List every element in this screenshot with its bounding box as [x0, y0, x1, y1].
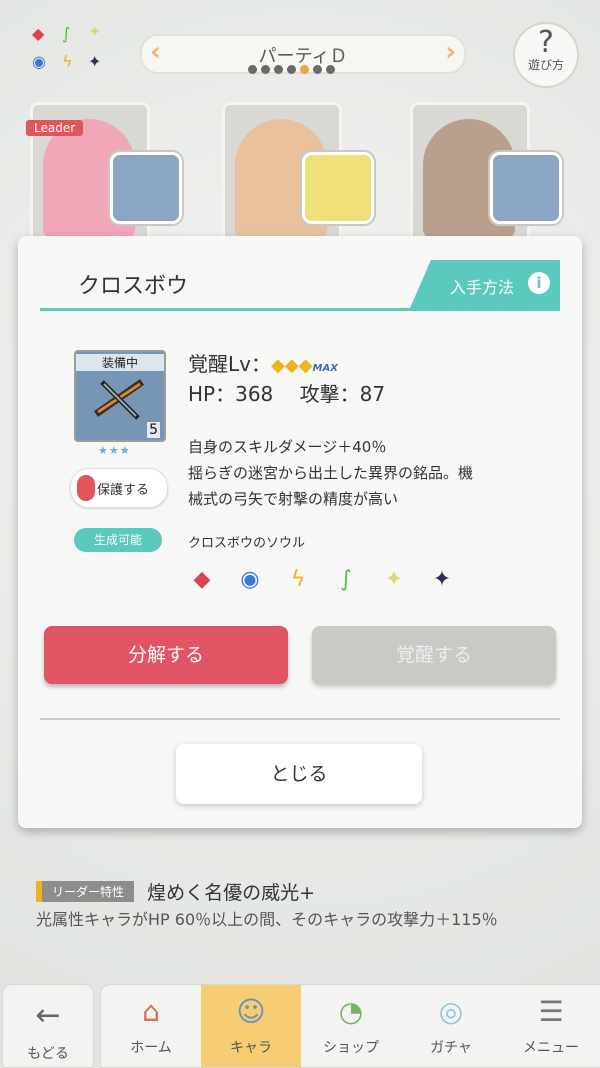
tab-label: ショップ — [323, 1040, 379, 1056]
tab-label: キャラ — [230, 1040, 272, 1056]
flavor-text-line: 械式の弓矢で射撃の精度が高い — [188, 490, 399, 508]
title-underline — [40, 308, 560, 311]
leader-skill-tag: リーダー特性 — [36, 881, 135, 902]
protect-label: 保護する — [97, 483, 150, 498]
leader-skill-name: 煌めく名優の威光+ — [147, 882, 316, 904]
awaken-gem-icon: ◆◆◆ — [270, 355, 313, 376]
craftable-badge: 生成可能 — [74, 528, 162, 552]
menu-icon: ☰ — [538, 995, 564, 1028]
water-element-icon: ◉ — [240, 567, 260, 592]
page-dot[interactable] — [261, 65, 270, 74]
main-tabs: ⌂ ホーム ☺ キャラ ◔ ショップ ◎ ガチャ ☰ メニュー — [100, 984, 600, 1068]
back-button[interactable]: ← もどる — [2, 984, 94, 1068]
shop-icon: ◔ — [338, 995, 364, 1028]
equipment-slot[interactable] — [110, 152, 182, 224]
info-icon: i — [528, 272, 550, 294]
item-count: 5 — [147, 422, 160, 438]
tab-shop[interactable]: ◔ ショップ — [301, 985, 401, 1067]
leader-badge: Leader — [26, 120, 84, 136]
toggle-knob — [77, 475, 95, 501]
dark-element-icon: ✦ — [432, 567, 452, 592]
help-button[interactable]: ? 遊び方 — [513, 22, 579, 88]
awaken-label: 覚醒Lv： — [188, 352, 271, 376]
tab-gacha[interactable]: ◎ ガチャ — [401, 985, 501, 1067]
page-dot[interactable] — [326, 65, 335, 74]
page-dot[interactable] — [274, 65, 283, 74]
fire-element-icon: ◆ — [193, 567, 211, 592]
divider — [40, 718, 560, 720]
lightning-element-icon: ϟ — [290, 567, 306, 592]
party-page-indicator — [248, 65, 335, 74]
home-icon: ⌂ — [142, 995, 160, 1028]
item-title: クロスボウ — [78, 274, 189, 299]
skill-effect-text: 自身のスキルダメージ＋40％ — [188, 438, 387, 456]
element-filter-icon[interactable]: ◆ ∫ ✦ ◉ ϟ ✦ — [26, 24, 112, 80]
help-label: 遊び方 — [527, 58, 564, 72]
soul-element-list: ◆ ◉ ϟ ∫ ✦ ✦ — [188, 566, 456, 594]
hp-stat: HP：368 — [188, 382, 274, 406]
leader-skill-description: 光属性キャラがHP 60％以上の間、そのキャラの攻撃力＋115％ — [36, 910, 498, 929]
tab-label: ガチャ — [430, 1040, 472, 1056]
gacha-icon: ◎ — [438, 995, 464, 1028]
equipment-slot[interactable] — [490, 152, 562, 224]
page-dot[interactable] — [287, 65, 296, 74]
flavor-text-line: 揺らぎの迷宮から出土した異界の銘品。機 — [188, 464, 474, 482]
character-icon: ☺ — [236, 995, 266, 1028]
tab-label: ホーム — [130, 1040, 172, 1056]
protect-toggle[interactable]: 保護する — [70, 468, 168, 508]
tab-home[interactable]: ⌂ ホーム — [101, 985, 201, 1067]
light-element-icon: ✦ — [384, 567, 404, 592]
how-to-obtain-button[interactable]: 入手方法 i — [410, 260, 560, 308]
soul-label: クロスボウのソウル — [188, 536, 306, 551]
page-dot-active[interactable] — [300, 65, 309, 74]
bottom-navigation: ← もどる ⌂ ホーム ☺ キャラ ◔ ショップ ◎ ガチャ ☰ メニュー — [0, 980, 600, 1068]
item-description: 自身のスキルダメージ＋40％ 揺らぎの迷宮から出土した異界の銘品。機 械式の弓矢… — [188, 434, 548, 512]
page-dot[interactable] — [313, 65, 322, 74]
close-button[interactable]: とじる — [176, 744, 422, 804]
back-label: もどる — [27, 1046, 69, 1062]
page-dot[interactable] — [248, 65, 257, 74]
chevron-right-icon[interactable]: › — [445, 37, 456, 67]
dismantle-button[interactable]: 分解する — [44, 626, 288, 684]
how-to-obtain-label: 入手方法 — [450, 278, 515, 297]
item-detail-dialog: クロスボウ 入手方法 i 装備中 5 ★★★ 保護する 覚醒Lv：◆◆◆MAX … — [18, 236, 582, 828]
tab-menu[interactable]: ☰ メニュー — [501, 985, 600, 1067]
max-badge: MAX — [312, 363, 338, 374]
awaken-level: 覚醒Lv：◆◆◆MAX — [188, 348, 338, 377]
rarity-stars: ★★★ — [98, 444, 131, 457]
question-mark-icon: ? — [538, 25, 554, 60]
equipment-slot[interactable] — [302, 152, 374, 224]
wind-element-icon: ∫ — [340, 567, 352, 592]
leader-skill: リーダー特性 煌めく名優の威光+ — [36, 878, 576, 905]
back-arrow-icon: ← — [35, 998, 61, 1033]
tab-character[interactable]: ☺ キャラ — [201, 985, 301, 1067]
item-stats: HP：368 攻撃：87 — [188, 378, 385, 407]
awaken-button[interactable]: 覚醒する — [312, 626, 556, 684]
attack-stat: 攻撃：87 — [299, 382, 386, 406]
item-thumbnail: 装備中 5 — [74, 350, 166, 442]
tab-label: メニュー — [523, 1040, 579, 1056]
